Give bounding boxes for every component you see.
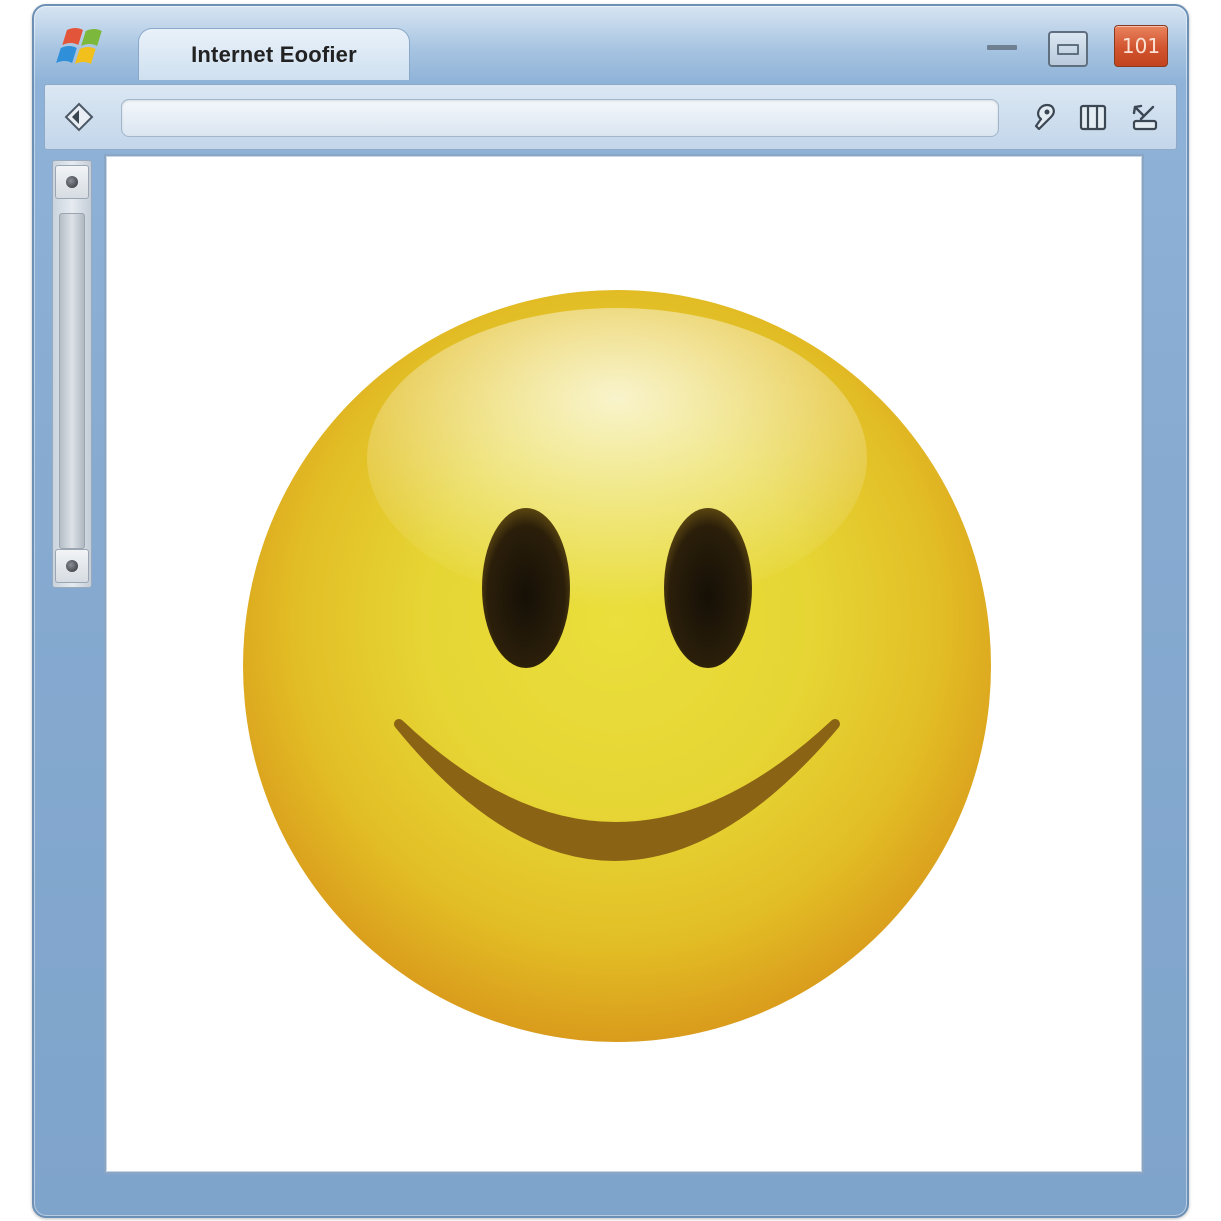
- scroll-up-icon: [66, 176, 78, 188]
- pin-icon[interactable]: [1027, 101, 1059, 133]
- right-eye: [664, 508, 752, 668]
- close-icon: 101: [1121, 34, 1161, 58]
- scroll-down-icon: [66, 560, 78, 572]
- bookmarks-icon[interactable]: [1077, 101, 1109, 133]
- tools-icon[interactable]: [1129, 101, 1161, 133]
- toolbar: [44, 84, 1177, 150]
- minimize-icon: [987, 44, 1017, 50]
- maximize-icon: [1057, 43, 1079, 55]
- scroll-thumb[interactable]: [59, 213, 85, 549]
- browser-window: Internet Eoofier 101: [32, 4, 1189, 1218]
- scroll-up-button[interactable]: [55, 165, 89, 199]
- left-eye: [482, 508, 570, 668]
- smiley-face-image: [243, 290, 991, 1042]
- address-bar[interactable]: [121, 99, 999, 137]
- scroll-down-button[interactable]: [55, 549, 89, 583]
- maximize-button[interactable]: [1048, 31, 1088, 67]
- navigation-icon[interactable]: [63, 101, 95, 133]
- browser-tab[interactable]: Internet Eoofier: [138, 28, 410, 80]
- close-button[interactable]: 101: [1114, 25, 1168, 67]
- minimize-button[interactable]: [982, 28, 1022, 66]
- windows-logo-icon[interactable]: [54, 24, 116, 70]
- page-content: [104, 154, 1144, 1174]
- vertical-scrollbar[interactable]: [52, 160, 92, 588]
- tab-title: Internet Eoofier: [191, 41, 357, 67]
